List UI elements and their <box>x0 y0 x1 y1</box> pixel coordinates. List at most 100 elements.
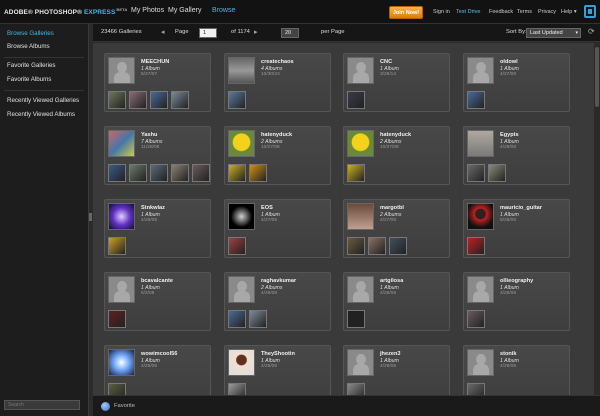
gallery-name[interactable]: ollieography <box>500 278 533 284</box>
gallery-card[interactable]: Yashu 7 Albums 11/28/08 <box>104 126 211 185</box>
page-number-input[interactable]: 1 <box>199 28 217 38</box>
gallery-name[interactable]: MEECHUN <box>141 59 169 65</box>
gallery-card[interactable]: Egypts 1 Album 4/29/08 <box>463 126 570 185</box>
gallery-card[interactable]: EOS 1 Album 4/27/08 <box>224 199 331 258</box>
gallery-name[interactable]: CNC <box>380 59 392 65</box>
terms-link[interactable]: Terms <box>517 9 532 15</box>
nav-my-photos[interactable]: My Photos <box>131 7 164 14</box>
album-thumbnail[interactable] <box>150 91 168 109</box>
nav-browse[interactable]: Browse <box>212 7 235 14</box>
user-placeholder-icon[interactable] <box>108 57 135 84</box>
scrollbar[interactable] <box>594 43 600 395</box>
gallery-avatar[interactable] <box>108 203 135 230</box>
album-thumbnail[interactable] <box>171 91 189 109</box>
album-thumbnail[interactable] <box>368 237 386 255</box>
album-thumbnail[interactable] <box>347 383 365 395</box>
user-placeholder-icon[interactable] <box>347 57 374 84</box>
album-thumbnail[interactable] <box>467 164 485 182</box>
fullscreen-icon[interactable] <box>584 5 596 18</box>
gallery-card[interactable]: ollieography 1 Album 4/28/08 <box>463 272 570 331</box>
scrollbar-thumb[interactable] <box>595 47 599 107</box>
gallery-name[interactable]: Stnkwlaz <box>141 205 165 211</box>
favorite-icon[interactable] <box>101 402 110 411</box>
sidebar-item-browse-albums[interactable]: Browse Albums <box>7 43 50 50</box>
refresh-icon[interactable]: ⟳ <box>588 27 595 36</box>
album-thumbnail[interactable] <box>108 91 126 109</box>
album-thumbnail[interactable] <box>347 164 365 182</box>
gallery-card[interactable]: hatenyduck 2 Albums 10/27/08 <box>343 126 450 185</box>
gallery-name[interactable]: hatenyduck <box>261 132 292 138</box>
album-thumbnail[interactable] <box>347 310 365 328</box>
album-thumbnail[interactable] <box>228 164 246 182</box>
gallery-card[interactable]: bcavalcante 1 Album 5/2/08 <box>104 272 211 331</box>
album-thumbnail[interactable] <box>129 91 147 109</box>
gallery-card[interactable]: artgilosa 1 Album 4/28/08 <box>343 272 450 331</box>
prev-page-icon[interactable]: ◂ <box>161 28 165 36</box>
user-placeholder-icon[interactable] <box>347 276 374 303</box>
album-thumbnail[interactable] <box>467 383 485 395</box>
gallery-card[interactable]: createchaos 4 Albums 10/30/23 <box>224 53 331 112</box>
gallery-name[interactable]: Egypts <box>500 132 519 138</box>
user-placeholder-icon[interactable] <box>347 349 374 376</box>
user-placeholder-icon[interactable] <box>467 349 494 376</box>
album-thumbnail[interactable] <box>171 164 189 182</box>
gallery-name[interactable]: Yashu <box>141 132 157 138</box>
gallery-name[interactable]: createchaos <box>261 59 294 65</box>
gallery-name[interactable]: artgilosa <box>380 278 403 284</box>
gallery-card[interactable]: MEECHUN 1 Album 5/27/07 <box>104 53 211 112</box>
gallery-card[interactable]: CNC 1 Album 3/28/14 <box>343 53 450 112</box>
gallery-avatar[interactable] <box>108 349 135 376</box>
gallery-name[interactable]: wowimcool56 <box>141 351 177 357</box>
gallery-card[interactable]: margotbl 2 Albums 4/27/08 <box>343 199 450 258</box>
sidebar-item-recent-albums[interactable]: Recently Viewed Albums <box>7 111 75 118</box>
album-thumbnail[interactable] <box>228 383 246 395</box>
gallery-card[interactable]: Stnkwlaz 1 Album 4/29/08 <box>104 199 211 258</box>
test-drive-link[interactable]: Test Drive <box>456 9 480 15</box>
sidebar-collapse-handle[interactable] <box>89 213 92 221</box>
album-thumbnail[interactable] <box>150 164 168 182</box>
per-page-select[interactable]: 20 <box>281 28 299 38</box>
gallery-name[interactable]: EOS <box>261 205 273 211</box>
gallery-avatar[interactable] <box>347 203 374 230</box>
album-thumbnail[interactable] <box>347 91 365 109</box>
album-thumbnail[interactable] <box>467 91 485 109</box>
favorite-label[interactable]: Favorite <box>114 403 135 409</box>
gallery-card[interactable]: oldowl 1 Album 4/27/08 <box>463 53 570 112</box>
album-thumbnail[interactable] <box>249 164 267 182</box>
search-input[interactable]: Search <box>4 400 80 410</box>
user-placeholder-icon[interactable] <box>467 57 494 84</box>
album-thumbnail[interactable] <box>129 164 147 182</box>
gallery-avatar[interactable] <box>467 203 494 230</box>
gallery-card[interactable]: jhezen3 1 Album 4/29/08 <box>343 345 450 395</box>
album-thumbnail[interactable] <box>228 310 246 328</box>
sort-by-select[interactable]: Last Updated ▾ <box>526 28 581 38</box>
gallery-name[interactable]: oldowl <box>500 59 518 65</box>
album-thumbnail[interactable] <box>347 237 365 255</box>
gallery-name[interactable]: margotbl <box>380 205 404 211</box>
gallery-name[interactable]: TheyShootin <box>261 351 295 357</box>
gallery-avatar[interactable] <box>108 130 135 157</box>
gallery-name[interactable]: raghavkumar <box>261 278 296 284</box>
sidebar-item-favorite-galleries[interactable]: Favorite Galleries <box>7 62 56 69</box>
gallery-name[interactable]: jhezen3 <box>380 351 401 357</box>
help-menu[interactable]: Help ▾ <box>561 9 577 15</box>
privacy-link[interactable]: Privacy <box>538 9 556 15</box>
user-placeholder-icon[interactable] <box>108 276 135 303</box>
album-thumbnail[interactable] <box>108 237 126 255</box>
sidebar-item-recent-galleries[interactable]: Recently Viewed Galleries <box>7 97 79 104</box>
user-placeholder-icon[interactable] <box>467 276 494 303</box>
gallery-card[interactable]: stonik 1 Album 4/29/08 <box>463 345 570 395</box>
album-thumbnail[interactable] <box>249 310 267 328</box>
gallery-avatar[interactable] <box>228 349 255 376</box>
album-thumbnail[interactable] <box>488 164 506 182</box>
gallery-name[interactable]: mauricio_guitar <box>500 205 542 211</box>
album-thumbnail[interactable] <box>389 237 407 255</box>
gallery-avatar[interactable] <box>228 203 255 230</box>
feedback-link[interactable]: Feedback <box>489 9 513 15</box>
gallery-card[interactable]: TheyShootin 1 Album 4/29/08 <box>224 345 331 395</box>
adobe-photoshop-express-logo[interactable]: ADOBE® PHOTOSHOP® EXPRESS BETA <box>0 0 127 24</box>
gallery-avatar[interactable] <box>228 130 255 157</box>
gallery-card[interactable]: hatenyduck 2 Albums 10/27/08 <box>224 126 331 185</box>
user-placeholder-icon[interactable] <box>228 276 255 303</box>
album-thumbnail[interactable] <box>467 310 485 328</box>
